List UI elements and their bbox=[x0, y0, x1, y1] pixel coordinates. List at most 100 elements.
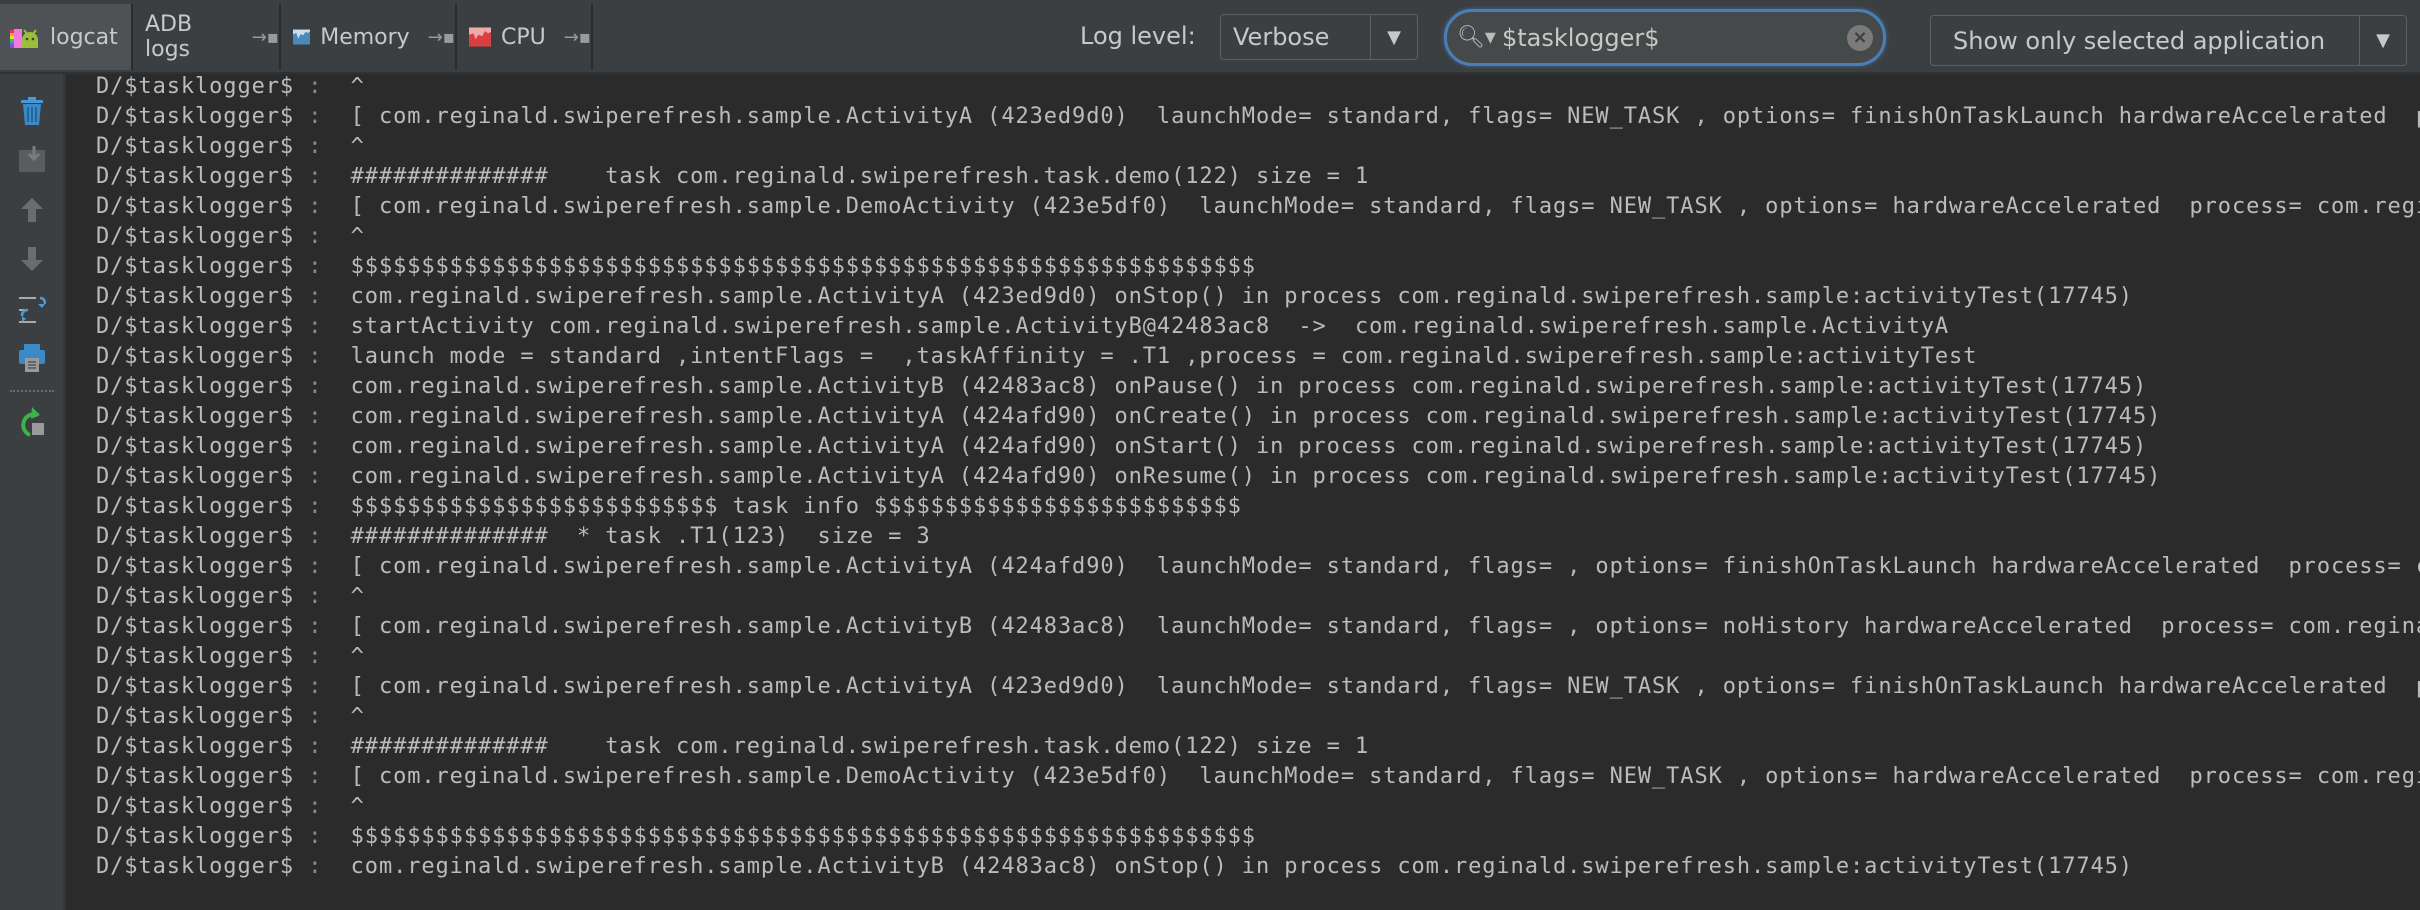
log-message: launch mode = standard ,intentFlags = ,t… bbox=[350, 344, 1978, 369]
tab-label: logcat bbox=[50, 24, 118, 50]
trash-icon[interactable] bbox=[17, 96, 47, 126]
log-tag: D/$tasklogger$ bbox=[96, 194, 295, 219]
log-tag: D/$tasklogger$ bbox=[96, 794, 295, 819]
log-line: D/$tasklogger$ : ^ bbox=[96, 642, 365, 672]
log-separator: : bbox=[308, 674, 323, 699]
log-line: D/$tasklogger$ : $$$$$$$$$$$$$$$$$$$$$$$… bbox=[96, 252, 1256, 282]
memory-chart-icon bbox=[293, 29, 311, 45]
log-separator: : bbox=[308, 434, 323, 459]
log-separator: : bbox=[308, 374, 323, 399]
log-message: ^ bbox=[350, 74, 365, 99]
export-icon[interactable] bbox=[17, 144, 47, 174]
cpu-chart-icon bbox=[469, 27, 491, 47]
log-separator: : bbox=[308, 284, 323, 309]
log-separator: : bbox=[308, 614, 323, 639]
log-separator: : bbox=[308, 854, 323, 879]
log-tag: D/$tasklogger$ bbox=[96, 674, 295, 699]
search-icon[interactable]: 🔍︎▾ bbox=[1447, 25, 1496, 50]
log-message: [ com.reginald.swiperefresh.sample.DemoA… bbox=[350, 194, 2420, 219]
log-message: com.reginald.swiperefresh.sample.Activit… bbox=[350, 434, 2148, 459]
soft-wrap-icon[interactable] bbox=[17, 295, 47, 325]
log-line: D/$tasklogger$ : launch mode = standard … bbox=[96, 342, 1977, 372]
log-separator: : bbox=[308, 254, 323, 279]
log-tag: D/$tasklogger$ bbox=[96, 74, 295, 99]
log-tag: D/$tasklogger$ bbox=[96, 344, 295, 369]
log-tag: D/$tasklogger$ bbox=[96, 404, 295, 429]
pin-icon[interactable]: →▪ bbox=[252, 27, 279, 48]
chevron-down-icon[interactable]: ▼ bbox=[2359, 16, 2406, 65]
tab-adb-logs[interactable]: ADB logs →▪ bbox=[133, 4, 281, 70]
log-message: ^ bbox=[350, 134, 365, 159]
tab-memory[interactable]: Memory →▪ bbox=[281, 4, 457, 70]
log-message: ^ bbox=[350, 644, 365, 669]
log-separator: : bbox=[308, 404, 323, 429]
log-line: D/$tasklogger$ : ^ bbox=[96, 132, 365, 162]
log-tag: D/$tasklogger$ bbox=[96, 434, 295, 459]
logcat-toolbar: logcat ADB logs →▪ Memory →▪ CPU →▪ Log … bbox=[0, 0, 2420, 74]
log-line: D/$tasklogger$ : [ com.reginald.swiperef… bbox=[96, 672, 2420, 702]
log-separator: : bbox=[308, 74, 323, 99]
app-filter-select[interactable]: Show only selected application ▼ bbox=[1930, 15, 2407, 66]
log-line: D/$tasklogger$ : [ com.reginald.swiperef… bbox=[96, 102, 2420, 132]
log-line: D/$tasklogger$ : ^ bbox=[96, 582, 365, 612]
log-message: com.reginald.swiperefresh.sample.Activit… bbox=[350, 854, 2133, 879]
log-separator: : bbox=[308, 104, 323, 129]
log-line: D/$tasklogger$ : ############## * task .… bbox=[96, 522, 931, 552]
up-arrow-icon[interactable] bbox=[17, 195, 47, 225]
log-message: ############## task com.reginald.swipere… bbox=[350, 734, 1370, 759]
down-arrow-icon[interactable] bbox=[17, 244, 47, 274]
log-message: ^ bbox=[350, 794, 365, 819]
log-tag: D/$tasklogger$ bbox=[96, 374, 295, 399]
logcat-sidebar bbox=[0, 74, 66, 910]
log-separator: : bbox=[308, 494, 323, 519]
log-tag: D/$tasklogger$ bbox=[96, 584, 295, 609]
log-message: startActivity com.reginald.swiperefresh.… bbox=[350, 314, 1950, 339]
log-message: [ com.reginald.swiperefresh.sample.Activ… bbox=[350, 674, 2420, 699]
log-separator: : bbox=[308, 224, 323, 249]
log-separator: : bbox=[308, 764, 323, 789]
log-separator: : bbox=[308, 554, 323, 579]
log-line: D/$tasklogger$ : ^ bbox=[96, 792, 365, 822]
search-input[interactable]: 🔍︎▾ $tasklogger$ × bbox=[1444, 9, 1886, 66]
log-separator: : bbox=[308, 734, 323, 759]
log-tag: D/$tasklogger$ bbox=[96, 554, 295, 579]
tab-logcat[interactable]: logcat bbox=[0, 4, 133, 70]
log-tag: D/$tasklogger$ bbox=[96, 254, 295, 279]
android-logcat-icon bbox=[10, 29, 38, 48]
log-level-value: Verbose bbox=[1233, 23, 1330, 51]
log-tag: D/$tasklogger$ bbox=[96, 104, 295, 129]
tab-label: CPU bbox=[500, 24, 546, 50]
log-level-select[interactable]: Verbose ▼ bbox=[1220, 14, 1418, 60]
log-tag: D/$tasklogger$ bbox=[96, 224, 295, 249]
divider bbox=[10, 390, 54, 392]
log-line: D/$tasklogger$ : ^ bbox=[96, 74, 365, 102]
log-separator: : bbox=[308, 794, 323, 819]
log-line: D/$tasklogger$ : startActivity com.regin… bbox=[96, 312, 1949, 342]
log-separator: : bbox=[308, 524, 323, 549]
log-message: ^ bbox=[350, 704, 365, 729]
log-separator: : bbox=[308, 344, 323, 369]
log-output[interactable]: D/$tasklogger$ : ^ D/$tasklogger$ : [ com… bbox=[70, 74, 2420, 910]
log-message: com.reginald.swiperefresh.sample.Activit… bbox=[350, 284, 2133, 309]
log-line: D/$tasklogger$ : [ com.reginald.swiperef… bbox=[96, 192, 2420, 222]
log-message: com.reginald.swiperefresh.sample.Activit… bbox=[350, 404, 2162, 429]
log-separator: : bbox=[308, 704, 323, 729]
clear-search-icon[interactable]: × bbox=[1847, 24, 1873, 51]
log-line: D/$tasklogger$ : com.reginald.swiperefre… bbox=[96, 852, 2133, 882]
pin-icon[interactable]: →▪ bbox=[428, 27, 455, 48]
log-separator: : bbox=[308, 824, 323, 849]
tab-cpu[interactable]: CPU →▪ bbox=[457, 4, 593, 70]
print-icon[interactable] bbox=[17, 343, 47, 373]
log-level-label: Log level: bbox=[1080, 22, 1196, 50]
search-value[interactable]: $tasklogger$ bbox=[1496, 24, 1847, 52]
log-line: D/$tasklogger$ : ############## task com… bbox=[96, 162, 1369, 192]
chevron-down-icon[interactable]: ▼ bbox=[1370, 15, 1417, 59]
log-line: D/$tasklogger$ : com.reginald.swiperefre… bbox=[96, 282, 2133, 312]
log-line: D/$tasklogger$ : [ com.reginald.swiperef… bbox=[96, 762, 2420, 792]
log-line: D/$tasklogger$ : ^ bbox=[96, 222, 365, 252]
pin-icon[interactable]: →▪ bbox=[564, 27, 591, 48]
log-line: D/$tasklogger$ : ############## task com… bbox=[96, 732, 1369, 762]
log-tag: D/$tasklogger$ bbox=[96, 734, 295, 759]
log-message: [ com.reginald.swiperefresh.sample.Activ… bbox=[350, 104, 2420, 129]
restart-icon[interactable] bbox=[17, 406, 47, 437]
